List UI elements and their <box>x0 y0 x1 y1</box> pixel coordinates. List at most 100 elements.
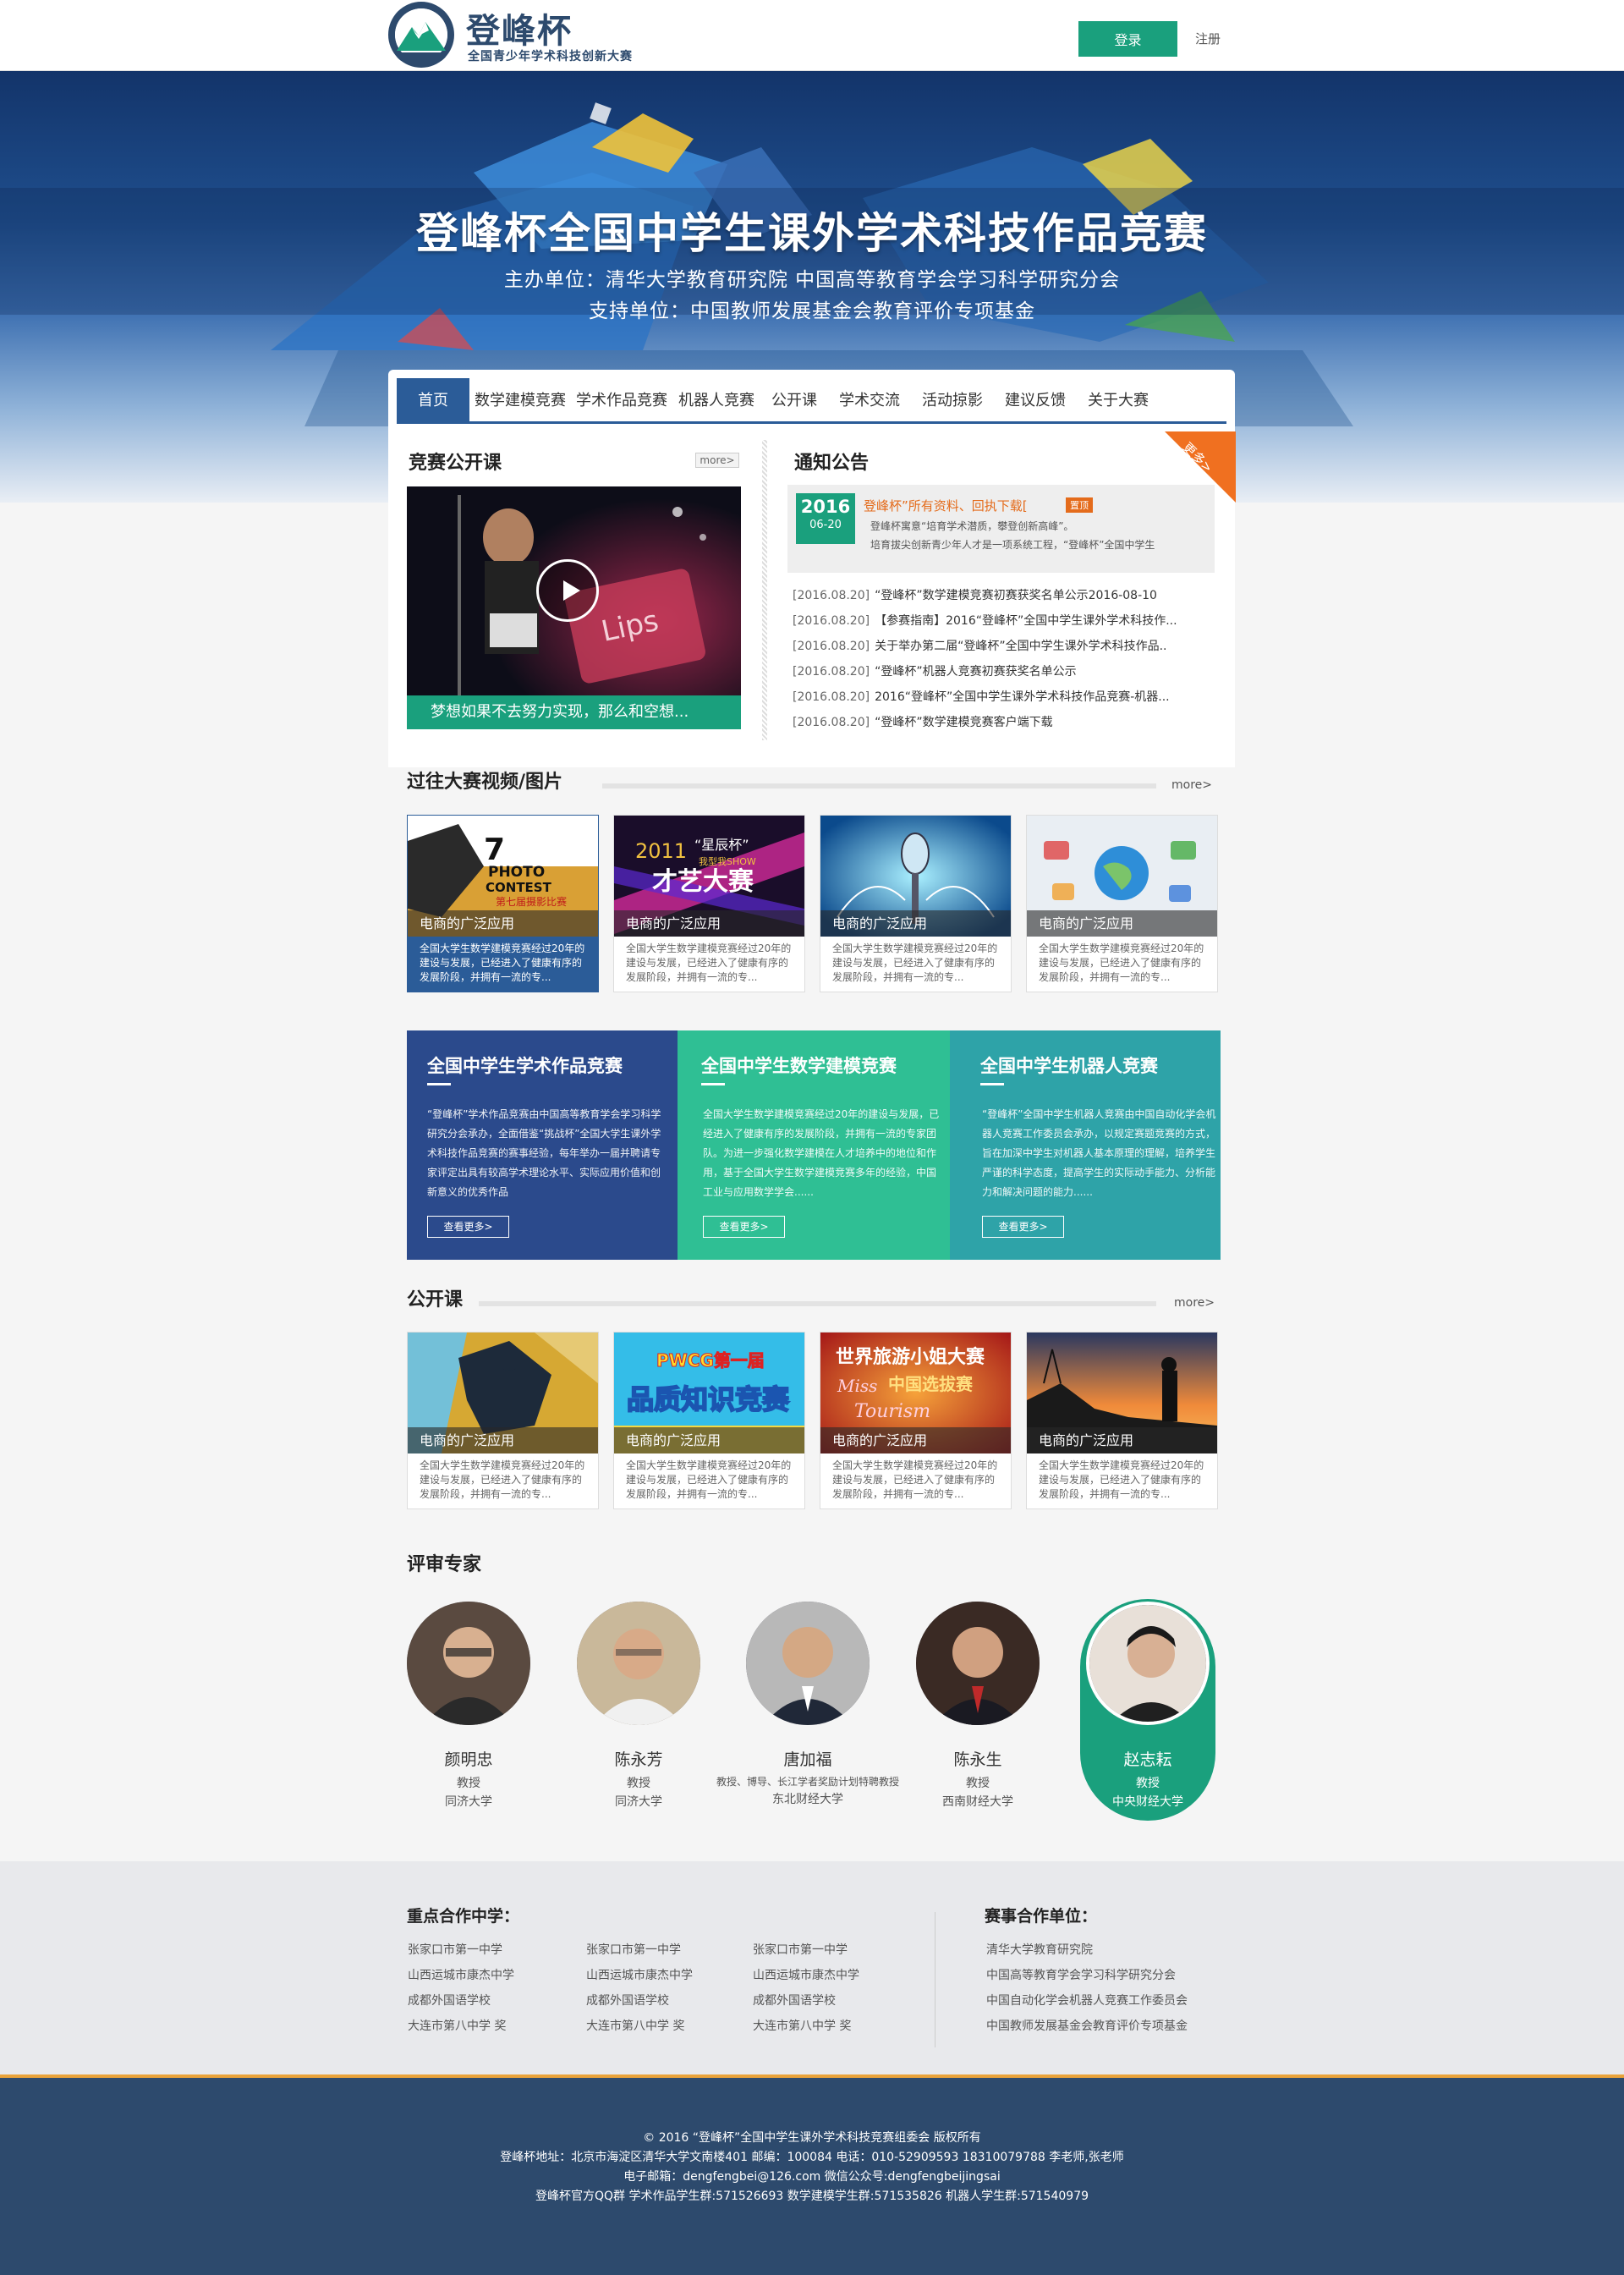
nav-item-about[interactable]: 关于大赛 <box>1077 378 1160 424</box>
svg-text:PWCG第一届: PWCG第一届 <box>656 1350 765 1371</box>
class-card[interactable]: 世界旅游小姐大赛 中国选拔赛 Miss Tourism 电商的广泛应用 全国大学… <box>820 1332 1012 1509</box>
competition-title: 全国中学生数学建模竞赛 <box>701 1056 897 1076</box>
login-button[interactable]: 登录 <box>1078 21 1177 57</box>
expert-title: 教授 <box>1136 1777 1160 1790</box>
notice-list: [2016.08.20] “登峰杯”数学建模竞赛初赛获奖名单公示2016-08-1… <box>793 583 1215 735</box>
video-caption[interactable]: 梦想如果不去努力实现，那么和空想... <box>407 695 741 729</box>
pinned-badge: 置顶 <box>1066 497 1093 513</box>
play-icon[interactable] <box>536 559 599 622</box>
nav-item-feedback[interactable]: 建议反馈 <box>994 378 1077 424</box>
video-player[interactable]: Lips 梦想如果不去努力实现，那么和空想... <box>407 486 741 729</box>
featured-notice[interactable]: 2016 06-20 登峰杯”所有资料、回执下载[ 置顶 登峰杯寓意“培育学术潜… <box>787 485 1215 573</box>
partner-school-link[interactable]: 成都外国语学校 <box>586 1988 693 2014</box>
expert-title: 教授 <box>457 1777 480 1790</box>
partner-unit-link[interactable]: 清华大学教育研究院 <box>986 1937 1188 1963</box>
footer-qq: 登峰杯官方QQ群 学术作品学生群:571526693 数学建模学生群:57153… <box>535 2190 1089 2203</box>
competition-title: 全国中学生学术作品竞赛 <box>427 1056 623 1076</box>
view-more-button[interactable]: 查看更多> <box>427 1216 509 1238</box>
expert-card[interactable]: 颜明忠 教授 同济大学 <box>401 1599 536 1810</box>
top-header: 登峰杯 全国青少年学术科技创新大赛 登录 注册 <box>0 0 1624 71</box>
class-card[interactable]: 电商的广泛应用 全国大学生数学建模竞赛经过20年的建设与发展，已经进入了健康有序… <box>407 1332 599 1509</box>
ribbon-label: 更多> <box>1179 439 1216 476</box>
partner-school-link[interactable]: 张家口市第一中学 <box>408 1937 514 1963</box>
past-media-more-link[interactable]: more> <box>1171 778 1212 792</box>
site-footer: © 2016 “登峰杯”全国中学生课外学术科技竞赛组委会 版权所有 登峰杯地址：… <box>0 2074 1624 2275</box>
partner-school-link[interactable]: 山西运城市康杰中学 <box>753 1963 859 1988</box>
media-card[interactable]: 7 PHOTO CONTEST 第七届摄影比赛 电商的广泛应用 全国大学生数学建… <box>407 815 599 992</box>
class-card[interactable]: PWCG第一届 品质知识竞赛 电商的广泛应用 全国大学生数学建模竞赛经过20年的… <box>613 1332 805 1509</box>
partner-unit-link[interactable]: 中国自动化学会机器人竞赛工作委员会 <box>986 1988 1188 2014</box>
partner-school-link[interactable]: 山西运城市康杰中学 <box>586 1963 693 1988</box>
notice-item[interactable]: [2016.08.20] “登峰杯”机器人竞赛初赛获奖名单公示 <box>793 659 1215 684</box>
nav-item-academic-exchange[interactable]: 学术交流 <box>828 378 911 424</box>
expert-org: 东北财经大学 <box>772 1793 843 1806</box>
notice-item[interactable]: [2016.08.20] 2016“登峰杯”全国中学生课外学术科技作品竞赛-机器.… <box>793 684 1215 710</box>
partner-unit-link[interactable]: 中国高等教育学会学习科学研究分会 <box>986 1963 1188 1988</box>
featured-date: 2016 06-20 <box>796 493 855 544</box>
card-caption: 电商的广泛应用 <box>1027 910 1217 937</box>
notice-item[interactable]: [2016.08.20] 【参赛指南】2016“登峰杯”全国中学生课外学术科技作.… <box>793 608 1215 634</box>
partners-section: 重点合作中学： 张家口市第一中学 山西运城市康杰中学 成都外国语学校 大连市第八… <box>0 1861 1624 2074</box>
section-divider <box>762 440 767 740</box>
partner-school-link[interactable]: 大连市第八中学 奖 <box>408 2014 514 2039</box>
nav-item-activities[interactable]: 活动掠影 <box>911 378 994 424</box>
competition-title: 全国中学生机器人竞赛 <box>980 1056 1158 1076</box>
media-card[interactable]: 2011 “星辰杯” 我型我SHOW 才艺大赛 电商的广泛应用 全国大学生数学建… <box>613 815 805 992</box>
expert-card-highlighted[interactable]: 赵志耘 教授 中央财经大学 <box>1080 1599 1215 1821</box>
open-class-more-button[interactable]: more> <box>695 453 739 468</box>
competition-block-academic: 全国中学生学术作品竞赛 “登峰杯”学术作品竞赛由中国高等教育学会学习科学研究分会… <box>407 1030 678 1260</box>
partner-units-list: 清华大学教育研究院 中国高等教育学会学习科学研究分会 中国自动化学会机器人竞赛工… <box>986 1937 1188 2039</box>
media-card[interactable]: 电商的广泛应用 全国大学生数学建模竞赛经过20年的建设与发展，已经进入了健康有序… <box>1026 815 1218 992</box>
card-caption: 电商的广泛应用 <box>408 910 598 937</box>
expert-card[interactable]: 唐加福 教授、博导、长江学者奖励计划特聘教授 东北财经大学 <box>710 1599 905 1807</box>
partner-school-link[interactable]: 张家口市第一中学 <box>586 1937 693 1963</box>
svg-text:2011: 2011 <box>635 839 687 863</box>
card-caption: 电商的广泛应用 <box>408 1427 598 1453</box>
logo-subtitle: 全国青少年学术科技创新大赛 <box>468 50 633 63</box>
class-card[interactable]: 电商的广泛应用 全国大学生数学建模竞赛经过20年的建设与发展，已经进入了健康有序… <box>1026 1332 1218 1509</box>
featured-headline[interactable]: 登峰杯”所有资料、回执下载[ <box>864 497 1028 514</box>
notice-item[interactable]: [2016.08.20] “登峰杯”数学建模竞赛客户端下载 <box>793 710 1215 735</box>
notice-text: 【参赛指南】2016“登峰杯”全国中学生课外学术科技作... <box>875 614 1177 628</box>
nav-item-math-modeling[interactable]: 数学建模竞赛 <box>469 378 571 424</box>
nav-item-home[interactable]: 首页 <box>397 378 469 424</box>
partner-unit-link[interactable]: 中国教师发展基金会教育评价专项基金 <box>986 2014 1188 2039</box>
partner-school-link[interactable]: 成都外国语学校 <box>408 1988 514 2014</box>
card-description: 全国大学生数学建模竞赛经过20年的建设与发展，已经进入了健康有序的发展阶段，并拥… <box>832 942 998 983</box>
banner-title: 登峰杯全国中学生课外学术科技作品竞赛 <box>416 209 1208 258</box>
competition-block-robotics: 全国中学生机器人竞赛 “登峰杯”全国中学生机器人竞赛由中国自动化学会机器人竞赛工… <box>950 1030 1221 1260</box>
experts-title: 评审专家 <box>407 1554 482 1575</box>
card-caption: 电商的广泛应用 <box>820 1427 1011 1453</box>
expert-card[interactable]: 陈永芳 教授 同济大学 <box>571 1599 706 1810</box>
view-more-button[interactable]: 查看更多> <box>703 1216 785 1238</box>
partner-school-link[interactable]: 张家口市第一中学 <box>753 1937 859 1963</box>
public-class-more-link[interactable]: more> <box>1174 1296 1215 1310</box>
nav-item-public-class[interactable]: 公开课 <box>760 378 828 424</box>
partner-school-link[interactable]: 成都外国语学校 <box>753 1988 859 2014</box>
svg-text:“星辰杯”: “星辰杯” <box>694 837 749 853</box>
nav-item-robotics[interactable]: 机器人竞赛 <box>672 378 760 424</box>
media-card[interactable]: 电商的广泛应用 全国大学生数学建模竞赛经过20年的建设与发展，已经进入了健康有序… <box>820 815 1012 992</box>
card-description: 全国大学生数学建模竞赛经过20年的建设与发展，已经进入了健康有序的发展阶段，并拥… <box>1039 942 1204 983</box>
view-more-button[interactable]: 查看更多> <box>982 1216 1064 1238</box>
competition-description: “登峰杯”学术作品竞赛由中国高等教育学会学习科学研究分会承办，全面借鉴“挑战杯”… <box>427 1108 661 1198</box>
expert-card[interactable]: 陈永生 教授 西南财经大学 <box>910 1599 1045 1810</box>
site-logo[interactable]: 登峰杯 全国青少年学术科技创新大赛 <box>388 0 642 69</box>
partner-school-link[interactable]: 山西运城市康杰中学 <box>408 1963 514 1988</box>
expert-name: 颜明忠 <box>444 1750 493 1769</box>
card-description: 全国大学生数学建模竞赛经过20年的建设与发展，已经进入了健康有序的发展阶段，并拥… <box>420 1459 585 1500</box>
card-description: 全国大学生数学建模竞赛经过20年的建设与发展，已经进入了健康有序的发展阶段，并拥… <box>1039 1459 1204 1500</box>
footer-copyright: © 2016 “登峰杯”全国中学生课外学术科技竞赛组委会 版权所有 <box>643 2131 981 2145</box>
register-link[interactable]: 注册 <box>1195 30 1221 47</box>
notice-item[interactable]: [2016.08.20] “登峰杯”数学建模竞赛初赛获奖名单公示2016-08-1… <box>793 583 1215 608</box>
expert-avatar <box>577 1602 700 1725</box>
notice-item[interactable]: [2016.08.20] 关于举办第二届“登峰杯”全国中学生课外学术科技作品.. <box>793 634 1215 659</box>
competition-description: 全国大学生数学建模竞赛经过20年的建设与发展，已经进入了健康有序的发展阶段，并拥… <box>703 1108 940 1198</box>
expert-org: 中央财经大学 <box>1112 1795 1183 1809</box>
svg-text:品质知识竞赛: 品质知识竞赛 <box>627 1383 790 1415</box>
notice-date: [2016.08.20] <box>793 614 870 628</box>
partner-school-link[interactable]: 大连市第八中学 奖 <box>753 2014 859 2039</box>
partner-school-link[interactable]: 大连市第八中学 奖 <box>586 2014 693 2039</box>
nav-item-academic-works[interactable]: 学术作品竞赛 <box>571 378 672 424</box>
main-panel: 首页 数学建模竞赛 学术作品竞赛 机器人竞赛 公开课 学术交流 活动掠影 建议反… <box>388 370 1236 767</box>
